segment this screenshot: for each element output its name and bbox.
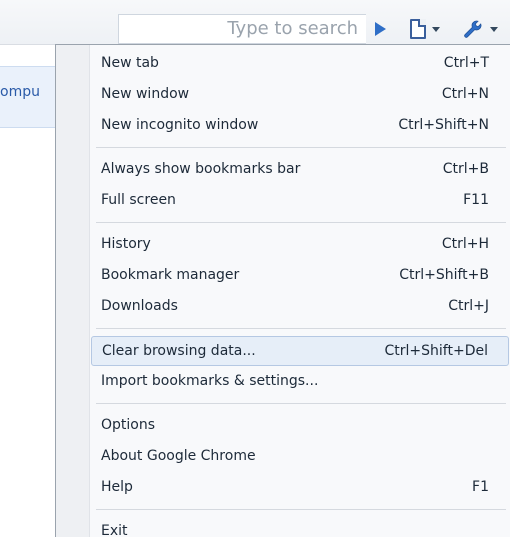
menu-item-shortcut: F1	[472, 479, 489, 495]
menu-item-new-window[interactable]: New window Ctrl+N	[91, 80, 509, 110]
page-icon	[410, 19, 426, 39]
chevron-down-icon	[432, 26, 440, 32]
menu-item-label: Downloads	[101, 298, 178, 314]
menu-item-label: New incognito window	[101, 117, 259, 133]
menu-item-clear-browsing-data[interactable]: Clear browsing data... Ctrl+Shift+Del	[91, 336, 509, 366]
menu-item-label: Help	[101, 479, 133, 495]
menu-item-shortcut: F11	[463, 192, 489, 208]
menu-item-label: About Google Chrome	[101, 448, 256, 464]
menu-separator	[96, 509, 506, 510]
search-go-button[interactable]	[366, 14, 394, 44]
menu-item-options[interactable]: Options	[91, 411, 509, 441]
menu-item-about-google-chrome[interactable]: About Google Chrome	[91, 442, 509, 472]
menu-separator	[96, 222, 506, 223]
browser-window: Type to search ompu New tab Ctrl+T New win…	[0, 0, 510, 537]
chevron-down-icon	[490, 26, 498, 32]
menu-item-shortcut: Ctrl+B	[442, 161, 489, 177]
menu-item-shortcut: Ctrl+Shift+N	[398, 117, 489, 133]
menu-item-label: Exit	[101, 523, 128, 537]
menu-item-label: Clear browsing data...	[102, 343, 256, 359]
search-input[interactable]: Type to search	[118, 14, 366, 44]
menu-item-always-show-bookmarks-bar[interactable]: Always show bookmarks bar Ctrl+B	[91, 155, 509, 185]
menu-item-shortcut: Ctrl+T	[443, 55, 489, 71]
menu-item-shortcut: Ctrl+H	[441, 236, 489, 252]
tools-menu: New tab Ctrl+T New window Ctrl+N New incogni…	[55, 44, 510, 537]
menu-item-import-bookmarks-settings[interactable]: Import bookmarks & settings...	[91, 367, 509, 397]
menu-item-new-tab[interactable]: New tab Ctrl+T	[91, 49, 509, 79]
wrench-icon	[464, 20, 482, 38]
menu-item-downloads[interactable]: Downloads Ctrl+J	[91, 292, 509, 322]
menu-item-label: Bookmark manager	[101, 267, 240, 283]
menu-item-label: Always show bookmarks bar	[101, 161, 301, 177]
menu-icon-gutter	[56, 45, 90, 537]
menu-separator	[96, 147, 506, 148]
menu-item-shortcut: Ctrl+Shift+B	[399, 267, 489, 283]
menu-item-label: History	[101, 236, 151, 252]
partial-link-text[interactable]: ompu	[0, 84, 40, 100]
menu-item-exit[interactable]: Exit	[91, 517, 509, 537]
page-menu-button[interactable]	[402, 14, 446, 44]
menu-item-label: Full screen	[101, 192, 176, 208]
menu-item-full-screen[interactable]: Full screen F11	[91, 186, 509, 216]
tools-menu-button[interactable]	[456, 14, 506, 44]
menu-item-label: New tab	[101, 55, 159, 71]
menu-item-label: Options	[101, 417, 156, 433]
menu-item-history[interactable]: History Ctrl+H	[91, 230, 509, 260]
menu-item-new-incognito-window[interactable]: New incognito window Ctrl+Shift+N	[91, 111, 509, 141]
menu-item-label: Import bookmarks & settings...	[101, 373, 319, 389]
menu-separator	[96, 328, 506, 329]
menu-item-shortcut: Ctrl+J	[448, 298, 489, 314]
menu-item-help[interactable]: Help F1	[91, 473, 509, 503]
toolbar: Type to search	[0, 0, 510, 45]
menu-item-shortcut: Ctrl+N	[441, 86, 489, 102]
menu-separator	[96, 403, 506, 404]
menu-item-label: New window	[101, 86, 190, 102]
menu-item-bookmark-manager[interactable]: Bookmark manager Ctrl+Shift+B	[91, 261, 509, 291]
play-arrow-icon	[374, 22, 386, 36]
menu-item-shortcut: Ctrl+Shift+Del	[384, 343, 488, 359]
